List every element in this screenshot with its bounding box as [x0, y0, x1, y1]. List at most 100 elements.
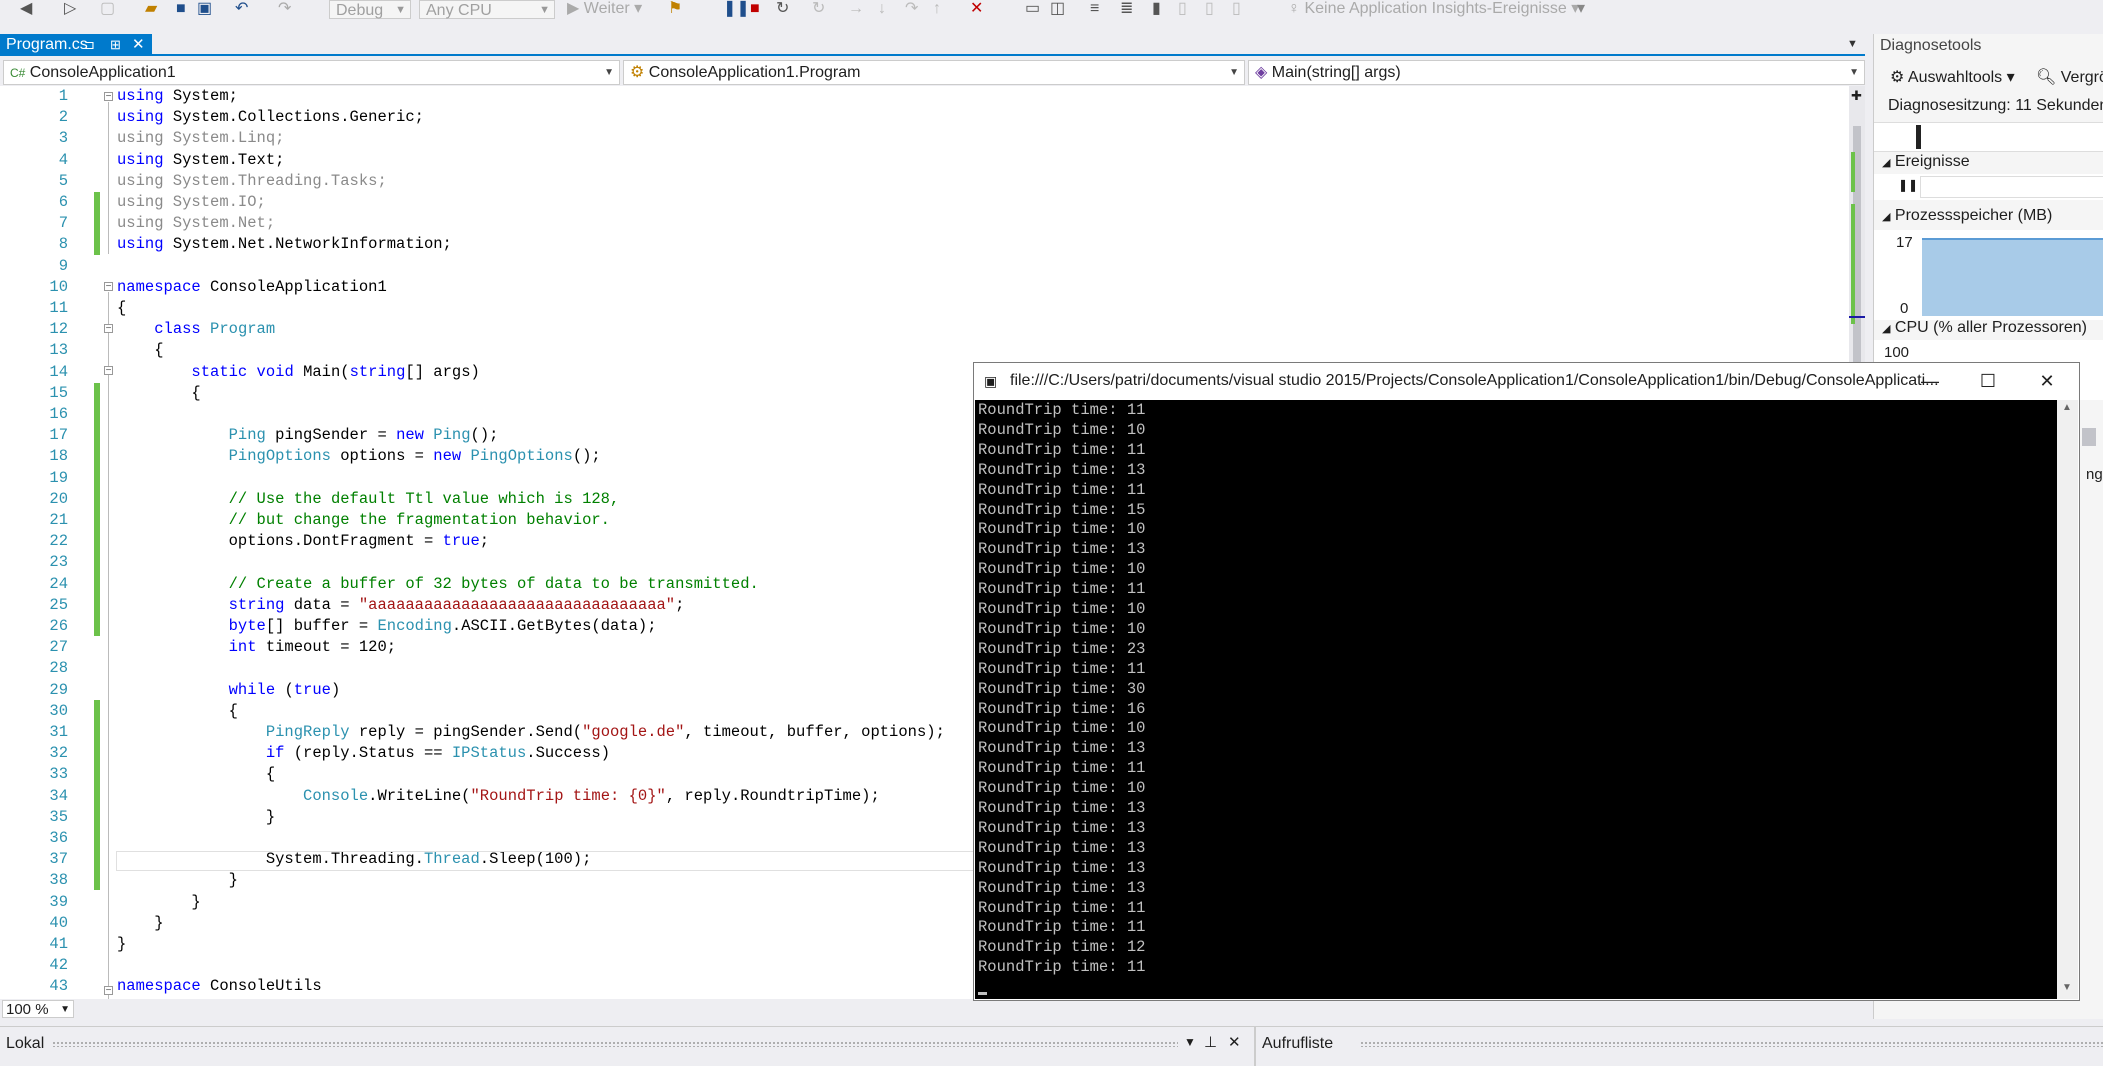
code-text[interactable]: namespace ConsoleApplication1 — [117, 277, 387, 298]
code-line[interactable]: 11 { — [0, 298, 1849, 319]
process-icon[interactable]: ⚑ — [668, 0, 682, 18]
maximize-button[interactable]: ☐ — [1959, 363, 2017, 399]
console-scrollbar[interactable]: ▲ ▼ — [2057, 400, 2078, 999]
memory-section[interactable]: ◢ Prozessspeicher (MB) — [1874, 204, 2103, 228]
code-line[interactable]: 7 using System.Net; — [0, 213, 1849, 234]
code-line[interactable]: 1 using System; — [0, 86, 1849, 107]
collapse-icon[interactable]: − — [104, 986, 113, 996]
code-text[interactable]: { — [117, 701, 238, 722]
zoom-select[interactable]: 100 % ▼ — [2, 1000, 74, 1018]
callstack-panel-title[interactable]: Aufrufliste — [1262, 1035, 1333, 1053]
code-text[interactable]: } — [117, 870, 238, 891]
code-text[interactable]: using System; — [117, 86, 238, 107]
breakpoint-icon[interactable]: ✕ — [970, 0, 983, 18]
config-select[interactable]: Debug ▼ — [329, 0, 411, 19]
code-text[interactable]: options.DontFragment = true; — [117, 531, 489, 552]
console-window[interactable]: ▣ file:///C:/Users/patri/documents/visua… — [973, 362, 2080, 1001]
restart-icon[interactable]: ↻ — [776, 0, 789, 18]
code-text[interactable]: // Use the default Ttl value which is 12… — [117, 489, 620, 510]
step-into-icon[interactable]: ↓ — [878, 0, 886, 18]
select-tools-button[interactable]: ⚙ Auswahltools ▾ — [1890, 67, 2015, 87]
insights-button[interactable]: ♀ Keine Application Insights-Ereignisse … — [1288, 0, 1579, 18]
code-text[interactable]: { — [117, 383, 200, 404]
pin-icon[interactable]: ⊐ — [84, 34, 95, 56]
code-text[interactable]: Ping pingSender = new Ping(); — [117, 425, 499, 446]
timeline-ruler[interactable] — [1874, 122, 2103, 152]
dock-icon[interactable]: ⊞ — [110, 34, 121, 56]
code-line[interactable]: 12 class Program — [0, 319, 1849, 340]
code-text[interactable]: static void Main(string[] args) — [117, 362, 479, 383]
code-text[interactable]: } — [117, 913, 163, 934]
code-line[interactable]: 2 using System.Collections.Generic; — [0, 107, 1849, 128]
code-line[interactable]: 4 using System.Text; — [0, 150, 1849, 171]
code-text[interactable]: { — [117, 298, 126, 319]
split-icon[interactable]: ✚ — [1851, 88, 1862, 104]
pause-icon[interactable]: ❚❚ — [1898, 178, 1918, 192]
code-text[interactable]: } — [117, 892, 200, 913]
platform-select[interactable]: Any CPU ▼ — [419, 0, 555, 19]
forward-icon[interactable]: ▷ — [64, 0, 76, 18]
locals-panel-title[interactable]: Lokal — [6, 1035, 44, 1053]
outdent-icon[interactable]: ≡ — [1090, 0, 1099, 18]
code-text[interactable]: // but change the fragmentation behavior… — [117, 510, 610, 531]
undo-icon[interactable]: ↶ — [235, 0, 248, 18]
code-text[interactable]: { — [117, 764, 275, 785]
indent-icon[interactable]: ≣ — [1120, 0, 1133, 18]
console-titlebar[interactable]: ▣ file:///C:/Users/patri/documents/visua… — [974, 363, 2079, 399]
code-line[interactable]: 13 { — [0, 340, 1849, 361]
code-line[interactable]: 3 using System.Linq; — [0, 128, 1849, 149]
stop-icon[interactable]: ■ — [750, 0, 760, 18]
step-over-icon[interactable]: ↷ — [905, 0, 918, 18]
code-text[interactable]: using System.Net.NetworkInformation; — [117, 234, 452, 255]
scroll-down-icon[interactable]: ▼ — [2062, 982, 2072, 993]
redo-icon[interactable]: ↷ — [278, 0, 291, 18]
code-text[interactable]: } — [117, 807, 275, 828]
code-text[interactable]: string data = "aaaaaaaaaaaaaaaaaaaaaaaaa… — [117, 595, 685, 616]
hot-reload-icon[interactable]: ↻ — [812, 0, 825, 18]
console-output[interactable]: RoundTrip time: 11 RoundTrip time: 10 Roun… — [975, 400, 2057, 999]
tab-list-icon[interactable]: ▼ — [1847, 38, 1858, 50]
class-navigator[interactable]: ⚙ ConsoleApplication1.Program ▼ — [623, 60, 1245, 85]
code-text[interactable]: { — [117, 340, 163, 361]
cpu-section[interactable]: ◢ CPU (% aller Prozessoren) — [1874, 316, 2103, 340]
code-line[interactable]: 5 using System.Threading.Tasks; — [0, 171, 1849, 192]
save-icon[interactable]: ■ — [176, 0, 186, 18]
open-folder-icon[interactable]: ▰ — [145, 0, 157, 18]
close-button[interactable]: ✕ — [2018, 363, 2076, 399]
code-line[interactable]: 10 namespace ConsoleApplication1 — [0, 277, 1849, 298]
code-line[interactable]: 8 using System.Net.NetworkInformation; — [0, 234, 1849, 255]
code-text[interactable]: using System.Text; — [117, 150, 284, 171]
back-icon[interactable]: ◀ — [20, 0, 32, 18]
bookmark-icon[interactable]: ▮ — [1152, 0, 1161, 18]
code-text[interactable]: int timeout = 120; — [117, 637, 396, 658]
show-next-statement-icon[interactable]: → — [848, 0, 864, 18]
toolbar-overflow-icon[interactable]: ▾ — [1577, 0, 1585, 18]
collapse-icon[interactable]: − — [104, 366, 113, 376]
zoom-button[interactable]: 🔍︎ Vergrö — [2036, 67, 2103, 87]
code-text[interactable]: // Create a buffer of 32 bytes of data t… — [117, 574, 759, 595]
code-text[interactable]: PingOptions options = new PingOptions(); — [117, 446, 601, 467]
close-icon[interactable]: ✕ — [132, 34, 145, 56]
events-section[interactable]: ◢ Ereignisse — [1874, 150, 2103, 174]
pin-icon[interactable]: ⊥ — [1204, 1033, 1217, 1051]
code-line[interactable]: 6 using System.IO; — [0, 192, 1849, 213]
collapse-icon[interactable]: − — [104, 92, 113, 102]
panel-scroll-thumb[interactable] — [2082, 428, 2096, 446]
scroll-up-icon[interactable]: ▲ — [2062, 402, 2072, 413]
code-text[interactable]: namespace ConsoleUtils — [117, 976, 322, 997]
close-icon[interactable]: ✕ — [1228, 1033, 1241, 1051]
save-all-icon[interactable]: ▣ — [197, 0, 212, 18]
tab-program-cs[interactable]: Program.cs ⊐ ⊞ ✕ — [0, 34, 152, 56]
code-text[interactable]: byte[] buffer = Encoding.ASCII.GetBytes(… — [117, 616, 657, 637]
step-out-icon[interactable]: ↑ — [933, 0, 941, 18]
new-item-icon[interactable]: ▢ — [100, 0, 115, 18]
code-text[interactable]: Console.WriteLine("RoundTrip time: {0}",… — [117, 786, 880, 807]
project-navigator[interactable]: C# ConsoleApplication1 ▼ — [3, 60, 620, 85]
prev-bookmark-icon[interactable]: ▯ — [1178, 0, 1187, 18]
minimize-button[interactable]: — — [1901, 363, 1959, 399]
code-text[interactable]: using System.Threading.Tasks; — [117, 171, 387, 192]
code-text[interactable]: using System.Net; — [117, 213, 275, 234]
pause-icon[interactable]: ❚❚ — [723, 0, 750, 18]
code-text[interactable]: if (reply.Status == IPStatus.Success) — [117, 743, 610, 764]
code-line[interactable]: 9 — [0, 256, 1849, 277]
